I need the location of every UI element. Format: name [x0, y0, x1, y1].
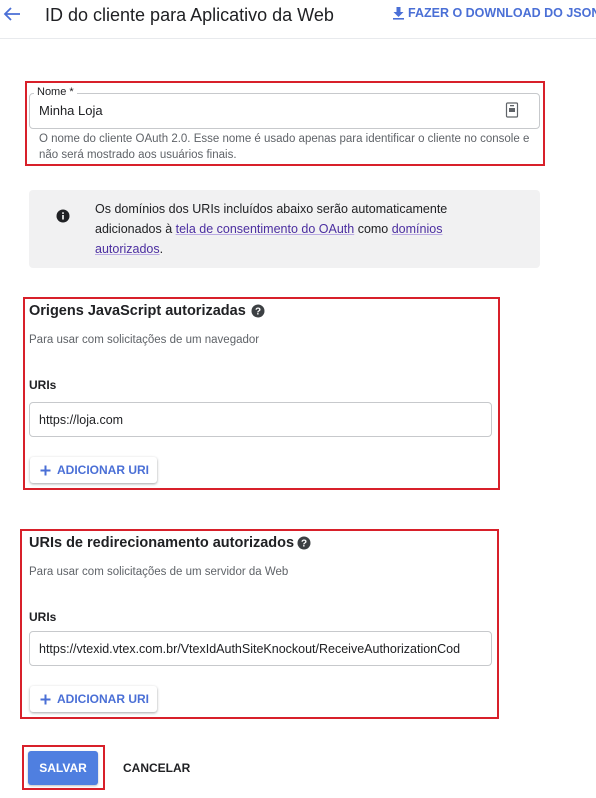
- info-text-part: como: [354, 222, 392, 236]
- info-text-part: .: [159, 242, 164, 256]
- download-json-label: FAZER O DOWNLOAD DO JSON: [408, 6, 596, 20]
- js-origin-uri-input[interactable]: https://loja.com: [29, 402, 492, 437]
- save-button[interactable]: SALVAR: [28, 751, 98, 785]
- add-redirect-uri-button[interactable]: ADICIONAR URI: [30, 686, 157, 712]
- oauth-consent-link[interactable]: tela de consentimento do OAuth: [176, 222, 355, 236]
- add-uri-label: ADICIONAR URI: [57, 463, 149, 477]
- plus-icon: [40, 465, 51, 475]
- download-json-button[interactable]: FAZER O DOWNLOAD DO JSON: [392, 6, 596, 20]
- help-icon[interactable]: ?: [251, 304, 265, 318]
- js-origins-title: Origens JavaScript autorizadas: [29, 303, 246, 319]
- redirect-uris-label: URIs: [29, 610, 57, 624]
- plus-icon: [40, 694, 51, 704]
- page-title: ID do cliente para Aplicativo da Web: [45, 5, 334, 25]
- name-field-label: Nome *: [34, 86, 77, 99]
- add-uri-label: ADICIONAR URI: [57, 692, 149, 706]
- header-divider: [0, 38, 596, 39]
- svg-text:?: ?: [255, 307, 261, 318]
- name-field[interactable]: [29, 93, 540, 129]
- name-field-help: O nome do cliente OAuth 2.0. Esse nome é…: [39, 133, 530, 161]
- js-origins-uris-label: URIs: [29, 378, 57, 392]
- contact-card-icon: [505, 102, 519, 118]
- js-origins-subtitle: Para usar com solicitações de um navegad…: [29, 334, 260, 346]
- info-text: Os domínios dos URIs incluídos abaixo se…: [95, 199, 510, 259]
- redirect-uris-subtitle: Para usar com solicitações de um servido…: [29, 566, 289, 578]
- download-icon: [393, 7, 404, 20]
- add-js-origin-uri-button[interactable]: ADICIONAR URI: [30, 457, 157, 483]
- cancel-button[interactable]: CANCELAR: [113, 751, 200, 785]
- name-field-value[interactable]: Minha Loja: [39, 103, 103, 119]
- svg-text:?: ?: [301, 539, 307, 550]
- back-arrow-icon[interactable]: [2, 4, 22, 24]
- redirect-uris-title: URIs de redirecionamento autorizados: [29, 535, 295, 551]
- redirect-uri-input[interactable]: https://vtexid.vtex.com.br/VtexIdAuthSit…: [29, 631, 492, 666]
- help-icon[interactable]: ?: [297, 536, 311, 550]
- info-icon: [56, 209, 70, 223]
